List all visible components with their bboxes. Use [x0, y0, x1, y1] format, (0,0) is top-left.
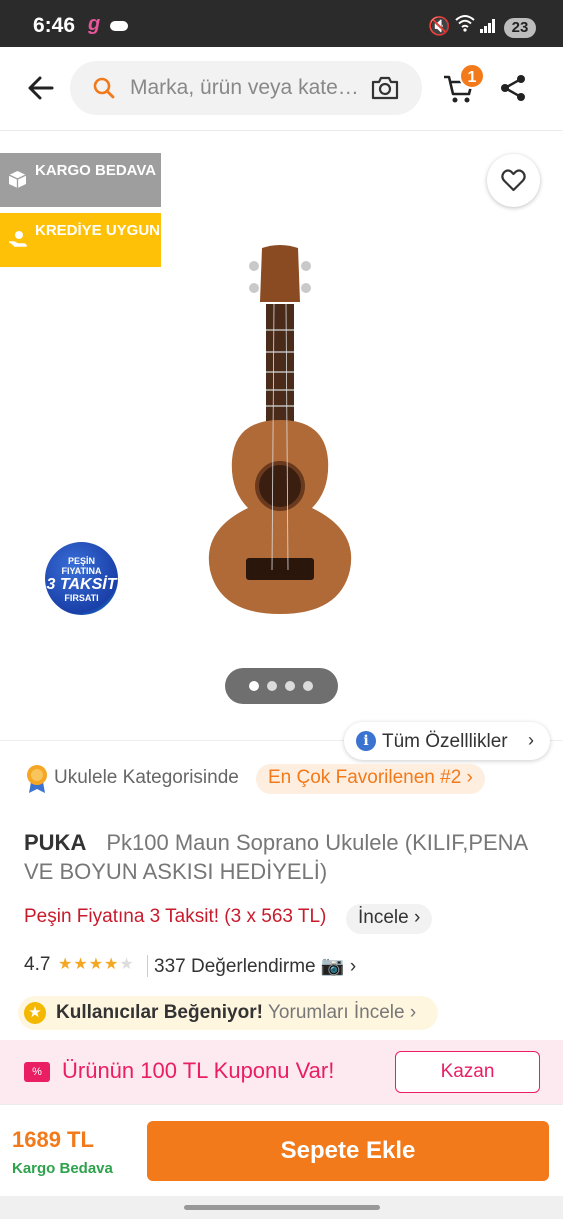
- app-notification-icon: g: [88, 13, 101, 35]
- star-icon: ★: [24, 1002, 46, 1024]
- installment-details-button[interactable]: İncele ›: [346, 904, 433, 934]
- cart-count-badge: 1: [459, 63, 485, 89]
- camera-icon: 📷: [320, 956, 345, 977]
- page-dot: [303, 681, 313, 691]
- system-nav-bar: [0, 1196, 563, 1219]
- page-dot-active: [249, 681, 259, 691]
- product-brand[interactable]: PUKA: [24, 830, 86, 855]
- top-bar: Marka, ürün veya kategori ara 1: [0, 47, 563, 131]
- category-ranking: Ukulele Kategorisinde En Çok Favorilenen…: [24, 762, 544, 796]
- rating-summary[interactable]: 4.7 ★★★★★ 337 Değerlendirme 📷 ›: [24, 953, 424, 979]
- rating-divider: [147, 955, 148, 977]
- product-title: PUKA Pk100 Maun Soprano Ukulele (KILIF,PE…: [24, 828, 544, 886]
- credit-eligible-badge: KREDİYE UYGUN: [0, 213, 161, 267]
- installment-promo-sticker: PEŞİN FIYATINA 3 TAKSİT FIRSATI: [45, 542, 118, 615]
- share-icon[interactable]: [498, 73, 528, 103]
- box-icon: [8, 171, 27, 188]
- promo-line-1: PEŞİN: [67, 556, 95, 566]
- favorite-button[interactable]: [487, 154, 540, 207]
- shipping-info: Kargo Bedava: [12, 1160, 113, 1177]
- product-name: Pk100 Maun Soprano Ukulele (KILIF,PENA V…: [24, 830, 528, 884]
- search-bar[interactable]: Marka, ürün veya kategori ara: [70, 61, 422, 115]
- hand-coin-icon: [9, 231, 27, 247]
- claim-coupon-button[interactable]: Kazan: [395, 1051, 540, 1093]
- weather-icon: [110, 21, 128, 31]
- status-bar: 6:46 g 🔇 23: [0, 0, 563, 47]
- promo-line-2: FIYATINA: [61, 566, 102, 576]
- free-shipping-label: KARGO BEDAVA: [35, 162, 157, 179]
- rating-score: 4.7: [24, 954, 51, 975]
- search-input[interactable]: Marka, ürün veya kategori ara: [130, 76, 362, 100]
- home-gesture-handle[interactable]: [184, 1205, 380, 1210]
- read-reviews-link[interactable]: Yorumları İncele ›: [268, 1002, 416, 1024]
- free-shipping-badge: KARGO BEDAVA: [0, 153, 161, 207]
- chevron-right-icon: ›: [528, 730, 534, 750]
- camera-icon[interactable]: [370, 74, 400, 102]
- rating-stars: ★★★★★: [58, 956, 135, 973]
- product-image-ukulele: [208, 245, 352, 614]
- promo-line-3: 3 TAKSİT: [46, 576, 117, 593]
- coupon-banner: % Ürünün 100 TL Kuponu Var! Kazan: [0, 1040, 563, 1104]
- users-like-title: Kullanıcılar Beğeniyor!: [56, 1002, 263, 1023]
- heart-icon: [501, 169, 526, 192]
- product-price: 1689 TL: [12, 1127, 94, 1152]
- info-icon: i: [356, 731, 376, 751]
- page-dot: [285, 681, 295, 691]
- back-arrow-icon[interactable]: [26, 73, 56, 103]
- medal-icon: [27, 765, 47, 793]
- installment-offer: Peşin Fiyatına 3 Taksit! (3 x 563 TL): [24, 906, 327, 927]
- credit-eligible-label: KREDİYE UYGUN: [35, 222, 161, 239]
- battery-indicator: 23: [504, 18, 536, 38]
- coupon-icon: %: [24, 1062, 50, 1082]
- gallery-page-indicator[interactable]: [225, 668, 338, 704]
- wifi-icon: [455, 15, 475, 32]
- page-dot: [267, 681, 277, 691]
- installment-details-label: İncele: [358, 907, 409, 928]
- signal-icon: [480, 19, 496, 33]
- all-features-button[interactable]: i Tüm Özelllikler ›: [344, 722, 550, 760]
- category-text: Ukulele Kategorisinde: [54, 767, 239, 788]
- status-time: 6:46: [33, 14, 76, 37]
- users-like-banner[interactable]: ★ Kullanıcılar Beğeniyor! Yorumları İnce…: [18, 996, 438, 1030]
- coupon-text: Ürünün 100 TL Kuponu Var!: [62, 1058, 335, 1083]
- read-reviews-label: Yorumları İncele: [268, 1002, 405, 1023]
- review-count: 337 Değerlendirme 📷 ›: [154, 956, 357, 977]
- favorite-rank-label: En Çok Favorilenen #2: [268, 767, 462, 788]
- review-count-label: 337 Değerlendirme: [154, 956, 316, 977]
- all-features-label: Tüm Özelllikler: [382, 731, 508, 752]
- search-icon: [93, 77, 115, 99]
- mute-icon: 🔇: [428, 16, 451, 36]
- favorite-rank-badge[interactable]: En Çok Favorilenen #2 ›: [256, 764, 485, 794]
- promo-line-4: FIRSATI: [64, 593, 99, 603]
- add-to-cart-button[interactable]: Sepete Ekle: [147, 1121, 549, 1181]
- purchase-bar: 1689 TL Kargo Bedava Sepete Ekle: [0, 1104, 563, 1196]
